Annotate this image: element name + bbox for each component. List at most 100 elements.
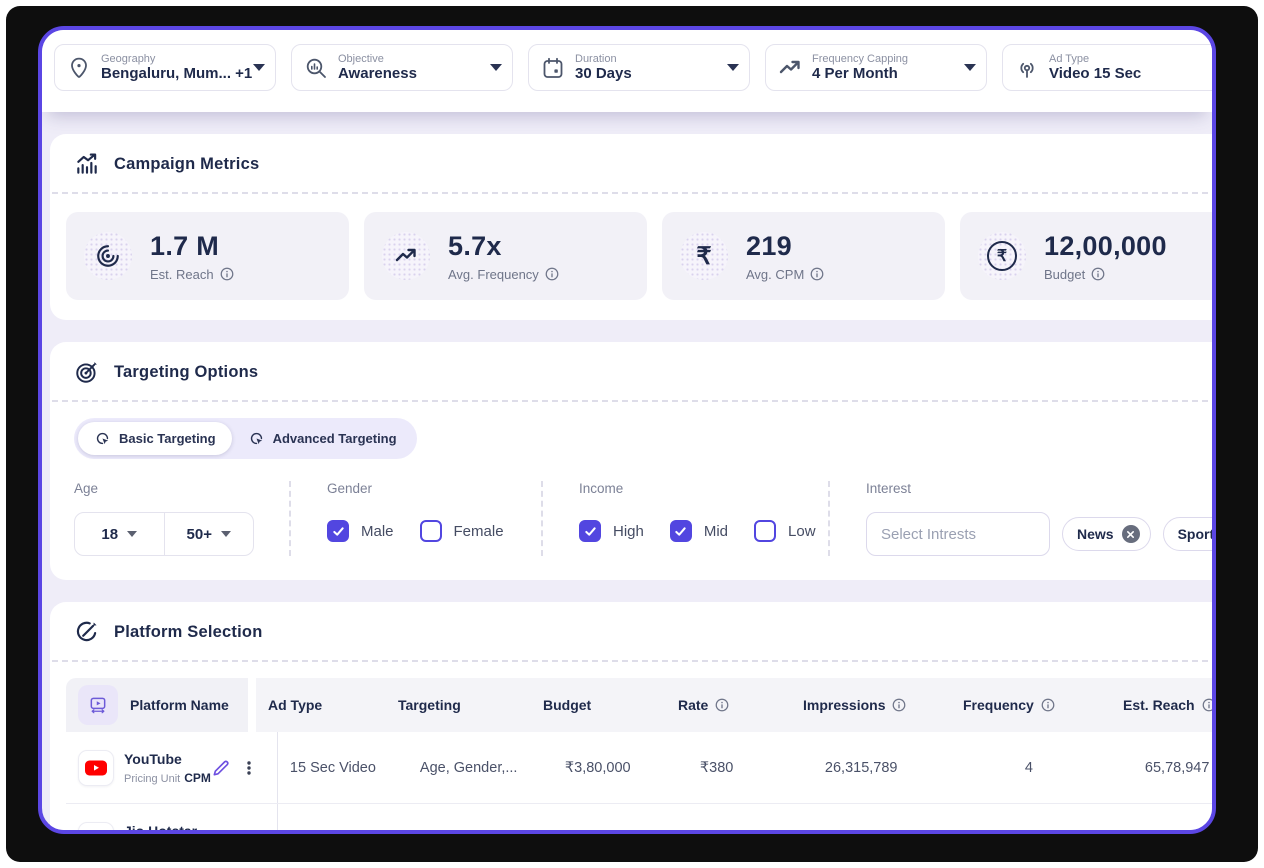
info-icon[interactable] xyxy=(545,267,559,281)
kebab-menu-icon[interactable] xyxy=(241,760,257,776)
column-impressions: Impressions xyxy=(791,678,951,732)
checkbox-checked-icon xyxy=(327,520,349,542)
divider xyxy=(248,678,256,732)
info-icon[interactable] xyxy=(715,698,729,712)
info-icon[interactable] xyxy=(1202,698,1216,712)
filter-geography[interactable]: Geography Bengaluru, Mum... +1 xyxy=(54,44,276,91)
edit-pencil-icon[interactable] xyxy=(211,830,231,835)
targeting-options-card: Targeting Options Basic Targeting Advanc… xyxy=(50,342,1216,580)
filter-ad-type[interactable]: Ad Type Video 15 Sec xyxy=(1002,44,1216,91)
column-frequency: Frequency xyxy=(951,678,1111,732)
gender-label: Gender xyxy=(327,481,541,496)
column-label: Platform Name xyxy=(130,697,229,713)
age-to-dropdown[interactable]: 50+ xyxy=(164,513,254,555)
cell-est-reach: 65,78,947 xyxy=(1133,804,1216,834)
metric-budget: ₹ 12,00,000 Budget xyxy=(960,212,1216,300)
filter-label: Ad Type xyxy=(1049,53,1141,66)
interest-label: Interest xyxy=(866,481,1216,496)
filter-label: Duration xyxy=(575,53,632,66)
campaign-metrics-card: Campaign Metrics 1.7 M Est. Reach 5.7x A… xyxy=(50,134,1216,320)
age-range-picker: 18 50+ xyxy=(74,512,254,556)
metric-label: Est. Reach xyxy=(150,267,214,282)
column-est-reach: Est. Reach xyxy=(1111,678,1216,732)
refresh-arrow-icon xyxy=(74,619,100,645)
filter-duration[interactable]: Duration 30 Days xyxy=(528,44,750,91)
age-from-dropdown[interactable]: 18 xyxy=(75,513,164,555)
jio-hotstar-logo xyxy=(78,822,114,835)
cell-targeting: Age, Gender,... xyxy=(408,732,553,803)
chevron-down-icon xyxy=(727,64,739,71)
platform-selection-card: Platform Selection Platform Name Ad Type… xyxy=(50,602,1216,834)
cell-budget: ₹3,80,000 xyxy=(553,804,688,834)
location-pin-icon xyxy=(67,56,91,80)
rupee-icon: ₹ xyxy=(680,232,728,280)
filter-toolbar: Geography Bengaluru, Mum... +1 Objective… xyxy=(42,30,1212,112)
target-dart-icon xyxy=(74,359,100,385)
checkbox-checked-icon xyxy=(670,520,692,542)
cell-budget: ₹3,80,000 xyxy=(553,732,688,803)
edit-pencil-icon[interactable] xyxy=(211,758,231,778)
cursor-click-icon xyxy=(94,430,111,447)
filter-label: Frequency Capping xyxy=(812,53,908,66)
interest-select-input[interactable] xyxy=(866,512,1050,556)
chip-label: Sports xyxy=(1178,526,1216,542)
filter-objective[interactable]: Objective Awareness xyxy=(291,44,513,91)
reach-target-icon xyxy=(95,243,121,269)
cell-targeting: Age, Gender,... xyxy=(408,804,553,834)
broadcast-icon xyxy=(1015,56,1039,80)
tab-label: Advanced Targeting xyxy=(273,431,397,446)
tab-advanced-targeting[interactable]: Advanced Targeting xyxy=(232,422,413,455)
info-icon[interactable] xyxy=(1091,267,1105,281)
tab-basic-targeting[interactable]: Basic Targeting xyxy=(78,422,232,455)
filter-value: Video 15 Sec xyxy=(1049,65,1141,82)
checkbox-unchecked-icon xyxy=(754,520,776,542)
filter-label: Objective xyxy=(338,53,417,66)
filter-frequency-capping[interactable]: Frequency Capping 4 Per Month xyxy=(765,44,987,91)
info-icon[interactable] xyxy=(220,267,234,281)
column-budget: Budget xyxy=(531,678,666,732)
kebab-menu-icon[interactable] xyxy=(241,832,257,835)
cell-impressions: 26,315,789 xyxy=(813,804,973,834)
checkbox-female[interactable]: Female xyxy=(420,520,504,542)
income-label: Income xyxy=(579,481,828,496)
checkbox-mid[interactable]: Mid xyxy=(670,520,728,542)
checkbox-high[interactable]: High xyxy=(579,520,644,542)
chevron-down-icon xyxy=(253,64,265,71)
checkbox-label: Mid xyxy=(704,523,728,540)
filter-value: Bengaluru, Mum... +1 xyxy=(101,65,252,82)
tab-label: Basic Targeting xyxy=(119,431,216,446)
age-label: Age xyxy=(74,481,289,496)
metric-avg-cpm: ₹ 219 Avg. CPM xyxy=(662,212,945,300)
checkbox-checked-icon xyxy=(579,520,601,542)
info-icon[interactable] xyxy=(1041,698,1055,712)
chip-label: News xyxy=(1077,526,1114,542)
checkbox-unchecked-icon xyxy=(420,520,442,542)
cell-rate: ₹380 xyxy=(688,804,813,834)
trend-up-icon xyxy=(394,244,418,268)
table-row-youtube[interactable]: YouTube Pricing UnitCPM 15 Sec Video Age… xyxy=(66,732,1216,804)
chevron-down-icon xyxy=(964,64,976,71)
chip-sports: Sports xyxy=(1163,517,1216,551)
metric-value: 219 xyxy=(746,231,824,262)
table-header-row: Platform Name Ad Type Targeting Budget R… xyxy=(66,678,1216,732)
remove-chip-icon[interactable] xyxy=(1122,525,1140,543)
cell-frequency: 4 xyxy=(973,732,1133,803)
platform-table: Platform Name Ad Type Targeting Budget R… xyxy=(50,662,1216,834)
cell-impressions: 26,315,789 xyxy=(813,732,973,803)
chip-news: News xyxy=(1062,517,1151,551)
checkbox-male[interactable]: Male xyxy=(327,520,394,542)
metric-label: Budget xyxy=(1044,267,1085,282)
filter-value: 30 Days xyxy=(575,65,632,82)
cell-frequency: 4 xyxy=(973,804,1133,834)
cell-est-reach: 65,78,947 xyxy=(1133,732,1216,803)
calendar-icon xyxy=(541,56,565,80)
info-icon[interactable] xyxy=(892,698,906,712)
table-row-jio-hotstar[interactable]: Jio Hotstar Pricing UnitCPM 15 Sec Video… xyxy=(66,804,1216,834)
cell-rate: ₹380 xyxy=(688,732,813,803)
metric-est-reach: 1.7 M Est. Reach xyxy=(66,212,349,300)
info-icon[interactable] xyxy=(810,267,824,281)
column-platform-name: Platform Name xyxy=(66,678,248,732)
checkbox-low[interactable]: Low xyxy=(754,520,816,542)
pricing-unit-value: CPM xyxy=(184,771,211,785)
platform-name: Jio Hotstar xyxy=(124,823,211,835)
